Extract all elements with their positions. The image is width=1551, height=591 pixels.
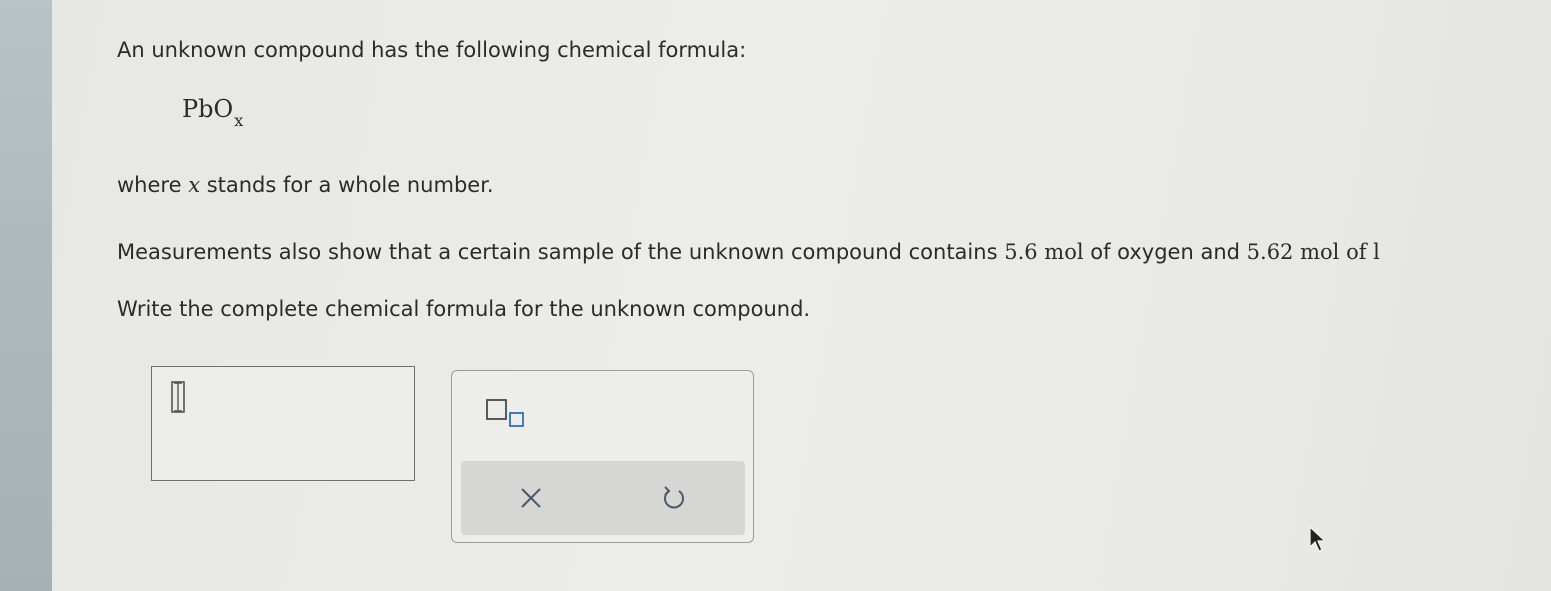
left-margin-bar xyxy=(0,0,52,591)
answer-input[interactable] xyxy=(151,366,415,481)
formula-subscript: x xyxy=(234,111,244,130)
where-prefix: where xyxy=(117,173,189,197)
formula-base: PbO xyxy=(182,95,234,123)
question-prompt: Write the complete chemical formula for … xyxy=(117,297,811,321)
text-cursor-icon xyxy=(171,381,185,413)
close-icon[interactable] xyxy=(516,483,546,513)
action-bar xyxy=(461,461,745,535)
where-suffix: stands for a whole number. xyxy=(200,173,494,197)
measurement-statement: Measurements also show that a certain sa… xyxy=(117,240,1551,264)
measurement-middle: of oxygen and xyxy=(1083,240,1247,264)
oxygen-unit: mol xyxy=(1044,240,1084,264)
question-page xyxy=(52,0,1551,591)
chemical-formula: PbOx xyxy=(182,95,243,130)
lead-unit: mol xyxy=(1300,240,1340,264)
oxygen-amount: 5.6 xyxy=(1004,240,1038,264)
undo-icon[interactable] xyxy=(659,483,689,513)
mouse-pointer-icon xyxy=(1309,525,1327,552)
measurement-suffix: of l xyxy=(1339,240,1380,264)
subscript-template-icon[interactable] xyxy=(484,397,530,431)
measurement-prefix: Measurements also show that a certain sa… xyxy=(117,240,1005,264)
variable-definition: where x stands for a whole number. xyxy=(117,173,494,197)
variable-x: x xyxy=(188,173,201,197)
formula-toolbar xyxy=(451,370,754,543)
lead-amount: 5.62 xyxy=(1246,240,1294,264)
question-intro: An unknown compound has the following ch… xyxy=(117,38,747,62)
